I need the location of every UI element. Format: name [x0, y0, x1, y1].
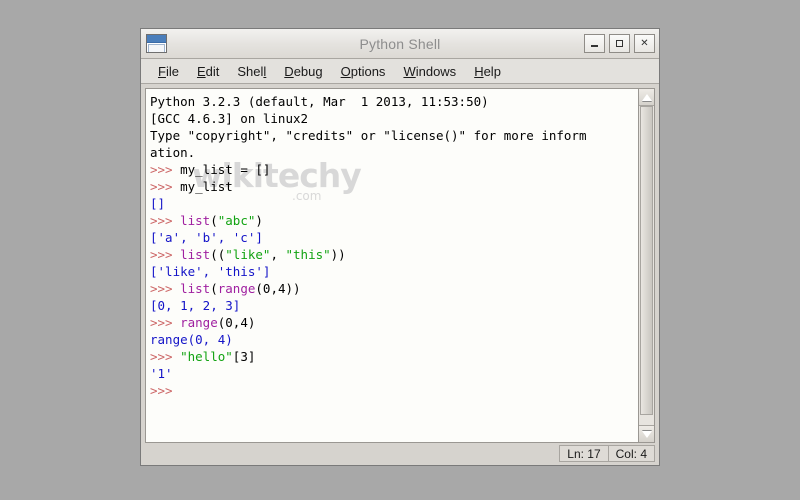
- console-token-out: ['a', 'b', 'c']: [150, 230, 263, 245]
- console-token-str: "hello": [180, 349, 233, 364]
- console-token-prompt: >>>: [150, 383, 181, 398]
- console-token-str: "abc": [217, 213, 256, 228]
- console-text-area[interactable]: wikitechy .com Python 3.2.3 (default, Ma…: [145, 88, 638, 443]
- console-line: range(0, 4): [150, 331, 638, 348]
- console-line: Type "copyright", "credits" or "license(…: [150, 127, 638, 144]
- window-controls: ✕: [584, 34, 655, 53]
- console-token-prompt: >>>: [150, 349, 181, 364]
- console-token-out: '1': [150, 366, 173, 381]
- menu-item-file[interactable]: File: [149, 62, 188, 81]
- console-token-plain: (: [210, 281, 218, 296]
- menu-mnemonic: O: [340, 63, 351, 79]
- menu-mnemonic: W: [403, 63, 416, 79]
- console-token-plain: (0,4): [217, 315, 256, 330]
- console-token-plain: ): [255, 213, 263, 228]
- menu-item-debug[interactable]: Debug: [275, 62, 331, 81]
- scrollbar-thumb[interactable]: [640, 106, 653, 416]
- console-token-builtin: range: [180, 315, 218, 330]
- close-button[interactable]: ✕: [634, 34, 655, 53]
- console-token-builtin: list: [180, 247, 211, 262]
- chevron-down-icon: [641, 430, 652, 438]
- title-bar[interactable]: Python Shell ✕: [141, 29, 659, 59]
- console-line: >>> my_list = []: [150, 161, 638, 178]
- console-token-prompt: >>>: [150, 213, 181, 228]
- scrollbar-track[interactable]: [639, 106, 654, 425]
- console-line: ation.: [150, 144, 638, 161]
- console-token-plain: Type "copyright", "credits" or "license(…: [150, 128, 587, 143]
- menu-mnemonic: l: [263, 63, 267, 79]
- console-line: >>> list(("like", "this")): [150, 246, 638, 263]
- close-icon: ✕: [640, 37, 649, 49]
- menu-mnemonic: H: [474, 63, 484, 79]
- status-column-number: Col: 4: [608, 445, 655, 462]
- menu-mnemonic: D: [284, 63, 294, 79]
- menu-mnemonic: F: [158, 63, 166, 79]
- console-token-str: "like": [225, 247, 271, 262]
- console-line: >>> list(range(0,4)): [150, 280, 638, 297]
- console-token-builtin: range: [217, 281, 256, 296]
- console-token-out: []: [150, 196, 166, 211]
- console-token-prompt: >>>: [150, 281, 181, 296]
- menu-bar: File Edit Shell Debug Options Windows Help: [141, 59, 659, 84]
- console-token-builtin: list: [180, 281, 211, 296]
- scroll-down-button[interactable]: [639, 425, 654, 442]
- minimize-icon: [591, 45, 598, 47]
- menu-item-edit[interactable]: Edit: [188, 62, 228, 81]
- console-line: Python 3.2.3 (default, Mar 1 2013, 11:53…: [150, 93, 638, 110]
- console-token-str: "this": [285, 247, 331, 262]
- window-title: Python Shell: [359, 35, 441, 52]
- console-line: >>> "hello"[3]: [150, 348, 638, 365]
- console-token-plain: my_list = []: [180, 162, 271, 177]
- status-line-number: Ln: 17: [559, 445, 609, 462]
- console-line: ['a', 'b', 'c']: [150, 229, 638, 246]
- console-line: []: [150, 195, 638, 212]
- console-token-prompt: >>>: [150, 162, 181, 177]
- console-line: >>> list("abc"): [150, 212, 638, 229]
- menu-mnemonic: E: [196, 63, 206, 79]
- console-token-prompt: >>>: [150, 179, 181, 194]
- minimize-button[interactable]: [584, 34, 605, 53]
- console-line: >>> my_list: [150, 178, 638, 195]
- console-token-plain: Python 3.2.3 (default, Mar 1 2013, 11:53…: [150, 94, 489, 109]
- content-area: wikitechy .com Python 3.2.3 (default, Ma…: [141, 84, 659, 443]
- console-token-builtin: list: [180, 213, 211, 228]
- console-token-plain: (0,4)): [255, 281, 301, 296]
- console-line: [GCC 4.6.3] on linux2: [150, 110, 638, 127]
- console-token-plain: (: [210, 213, 218, 228]
- console-line: >>>: [150, 382, 638, 399]
- console-line: ['like', 'this']: [150, 263, 638, 280]
- window-icon: [146, 34, 167, 53]
- console-token-plain: [GCC 4.6.3] on linux2: [150, 111, 309, 126]
- console-token-plain: my_list: [180, 179, 233, 194]
- status-bar: Ln: 17 Col: 4: [141, 443, 659, 465]
- console-token-prompt: >>>: [150, 247, 181, 262]
- console-token-plain: ,: [270, 247, 286, 262]
- console-line: '1': [150, 365, 638, 382]
- menu-item-help[interactable]: Help: [465, 62, 510, 81]
- menu-item-options[interactable]: Options: [332, 62, 395, 81]
- console-token-plain: ation.: [150, 145, 196, 160]
- scroll-up-button[interactable]: [639, 89, 654, 106]
- python-shell-window: Python Shell ✕ File Edit Shell Debug Options…: [140, 28, 660, 466]
- console-output: Python 3.2.3 (default, Mar 1 2013, 11:53…: [146, 89, 638, 399]
- maximize-icon: [616, 40, 623, 47]
- window-icon-body: [148, 44, 165, 52]
- console-token-prompt: >>>: [150, 315, 181, 330]
- console-token-out: range(0, 4): [150, 332, 233, 347]
- chevron-up-icon: [641, 93, 652, 101]
- console-line: >>> range(0,4): [150, 314, 638, 331]
- console-token-out: [0, 1, 2, 3]: [150, 298, 241, 313]
- maximize-button[interactable]: [609, 34, 630, 53]
- vertical-scrollbar[interactable]: [638, 88, 655, 443]
- console-line: [0, 1, 2, 3]: [150, 297, 638, 314]
- menu-item-windows[interactable]: Windows: [394, 62, 465, 81]
- console-token-plain: ((: [210, 247, 226, 262]
- window-icon-titlebar: [147, 35, 166, 43]
- menu-item-shell[interactable]: Shell: [228, 62, 275, 81]
- console-token-plain: )): [330, 247, 346, 262]
- console-token-plain: [3]: [232, 349, 256, 364]
- console-token-out: ['like', 'this']: [150, 264, 271, 279]
